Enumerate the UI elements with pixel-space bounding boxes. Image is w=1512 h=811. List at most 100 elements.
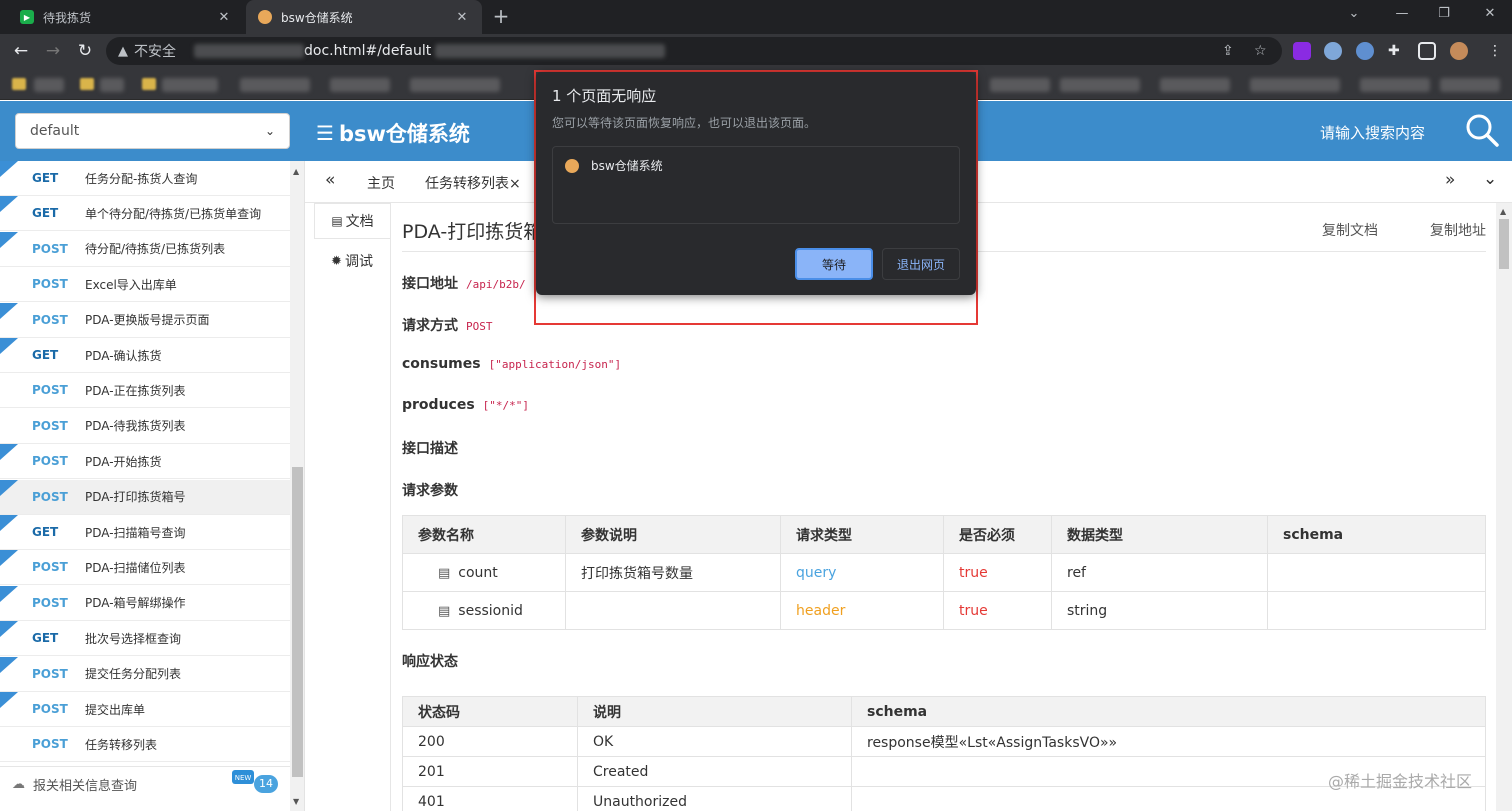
table-header: 是否必须 bbox=[943, 515, 1052, 554]
copy-address-button[interactable]: 复制地址 bbox=[1430, 220, 1486, 240]
reload-icon[interactable]: ↻ bbox=[74, 40, 96, 62]
wait-button[interactable]: 等待 bbox=[795, 248, 873, 280]
sidebar-api-item[interactable]: GET 单个待分配/待拣货/已拣货单查询 bbox=[0, 196, 290, 232]
sidebar-scrollbar[interactable]: ▲ ▼ bbox=[290, 161, 304, 811]
play-icon: ▶ bbox=[20, 10, 34, 24]
side-panel-icon[interactable] bbox=[1418, 42, 1436, 60]
param-in: header bbox=[780, 591, 944, 630]
sidebar-api-item[interactable]: POST 任务转移列表 bbox=[0, 727, 290, 763]
sidebar-api-item[interactable]: POST PDA-待我拣货列表 bbox=[0, 409, 290, 444]
sidebar-api-item[interactable]: POST 提交任务分配列表 bbox=[0, 656, 290, 692]
new-corner-icon bbox=[0, 550, 18, 567]
tab-current[interactable]: 任务转移列表× bbox=[425, 173, 521, 193]
copy-doc-button[interactable]: 复制文档 bbox=[1322, 220, 1378, 240]
tabs-scroll-right-icon[interactable]: » bbox=[1445, 170, 1455, 190]
bookmark-item[interactable] bbox=[330, 78, 390, 92]
table-header: 参数说明 bbox=[565, 515, 781, 554]
status-desc: Created bbox=[577, 756, 852, 787]
tab-doc[interactable]: ▤ 文档 bbox=[314, 203, 390, 239]
status-code: 200 bbox=[402, 726, 578, 757]
sidebar-api-item[interactable]: POST PDA-打印拣货箱号 bbox=[0, 479, 290, 515]
table-row: ▤ sessionid header true string bbox=[402, 591, 1486, 630]
sidebar-api-item[interactable]: POST PDA-正在拣货列表 bbox=[0, 373, 290, 409]
sidebar-api-item[interactable]: POST PDA-箱号解绑操作 bbox=[0, 585, 290, 621]
bookmark-star-icon[interactable]: ☆ bbox=[1254, 43, 1267, 59]
status-schema[interactable]: response模型«Lst«AssignTasksVO»» bbox=[851, 726, 1486, 757]
content-scrollbar[interactable]: ▲ bbox=[1496, 203, 1512, 811]
extensions-puzzle-icon[interactable]: ✚ bbox=[1388, 43, 1400, 59]
close-icon[interactable]: ✕ bbox=[454, 10, 470, 25]
scrollbar-thumb[interactable] bbox=[292, 467, 303, 777]
tab-debug[interactable]: ✹ 调试 bbox=[314, 243, 390, 279]
api-label: PDA-扫描箱号查询 bbox=[85, 525, 186, 540]
consumes-row: consumes ["application/json"] bbox=[402, 356, 621, 372]
browser-tab[interactable]: ▶ 待我拣货 ✕ bbox=[8, 0, 244, 34]
sidebar-api-item[interactable]: GET 批次号选择框查询 bbox=[0, 621, 290, 657]
sidebar-api-item[interactable]: POST PDA-更换版号提示页面 bbox=[0, 302, 290, 338]
bookmark-item[interactable] bbox=[162, 78, 218, 92]
group-select[interactable]: default ⌄ bbox=[15, 113, 290, 149]
new-corner-icon bbox=[0, 302, 18, 319]
scroll-up-icon[interactable]: ▲ bbox=[1500, 207, 1506, 216]
extension-circle-icon[interactable] bbox=[1324, 42, 1342, 60]
scrollbar-thumb[interactable] bbox=[1499, 219, 1509, 269]
table-header-row: 参数名称 参数说明 请求类型 是否必须 数据类型 schema bbox=[402, 515, 1486, 554]
new-corner-icon bbox=[0, 621, 18, 638]
bookmark-item[interactable] bbox=[34, 78, 64, 92]
search-input[interactable]: 请输入搜索内容 bbox=[1320, 122, 1425, 143]
tab-doc-label: 文档 bbox=[345, 214, 374, 230]
search-icon[interactable] bbox=[1464, 112, 1500, 148]
api-label: 批次号选择框查询 bbox=[85, 631, 182, 646]
produces-row: produces ["*/*"] bbox=[402, 397, 529, 413]
bookmark-item[interactable] bbox=[1060, 78, 1140, 92]
address-bar[interactable]: ▲ 不安全 doc.html#/default bbox=[106, 37, 1282, 65]
back-icon[interactable]: ← bbox=[10, 40, 32, 62]
http-method: POST bbox=[32, 418, 68, 433]
sidebar-api-item[interactable]: POST Excel导入出库单 bbox=[0, 267, 290, 303]
bookmark-item[interactable] bbox=[1360, 78, 1430, 92]
status-desc: Unauthorized bbox=[577, 786, 852, 811]
sidebar-api-item[interactable]: GET 任务分配-拣货人查询 bbox=[0, 161, 290, 196]
bookmark-item[interactable] bbox=[1250, 78, 1340, 92]
api-label: 提交出库单 bbox=[85, 702, 146, 717]
exit-page-button[interactable]: 退出网页 bbox=[882, 248, 960, 280]
tabs-scroll-left-icon[interactable]: « bbox=[325, 170, 335, 190]
sidebar-api-item[interactable]: GET PDA-确认拣货 bbox=[0, 338, 290, 373]
more-menu-icon[interactable]: ⋮ bbox=[1488, 43, 1502, 59]
new-corner-icon bbox=[0, 515, 18, 531]
sidebar-api-item[interactable]: POST 待分配/待拣货/已拣货列表 bbox=[0, 231, 290, 267]
bookmark-item[interactable] bbox=[410, 78, 500, 92]
bookmark-item[interactable] bbox=[1440, 78, 1500, 92]
restore-icon[interactable]: ❐ bbox=[1424, 6, 1464, 21]
bookmark-item[interactable] bbox=[1160, 78, 1230, 92]
avatar[interactable] bbox=[1450, 42, 1468, 60]
sidebar-api-item[interactable]: POST 提交出库单 bbox=[0, 692, 290, 727]
share-icon[interactable]: ⇪ bbox=[1222, 43, 1234, 59]
param-name-cell: ▤ sessionid bbox=[402, 591, 566, 630]
tab-search-chevron-icon[interactable]: ⌄ bbox=[1334, 6, 1374, 21]
bookmark-item[interactable] bbox=[240, 78, 310, 92]
extension-rp-icon[interactable] bbox=[1293, 42, 1311, 60]
footer-label: 报关相关信息查询 bbox=[33, 778, 138, 794]
sidebar-footer-item[interactable]: ☁ 报关相关信息查询 NEW 14 bbox=[0, 766, 290, 801]
forward-icon[interactable]: → bbox=[42, 40, 64, 62]
scroll-up-icon[interactable]: ▲ bbox=[293, 167, 299, 176]
tab-home[interactable]: 主页 bbox=[367, 173, 395, 193]
close-window-icon[interactable]: ✕ bbox=[1470, 6, 1510, 21]
page-name: bsw仓储系统 bbox=[591, 159, 663, 173]
minimize-icon[interactable]: — bbox=[1382, 6, 1422, 21]
close-icon[interactable]: ✕ bbox=[216, 10, 232, 25]
bookmark-item[interactable] bbox=[100, 78, 124, 92]
browser-tab-active[interactable]: bsw仓储系统 ✕ bbox=[246, 0, 482, 34]
chevron-down-icon: ⌄ bbox=[264, 124, 275, 138]
new-tab-button[interactable]: + bbox=[490, 5, 512, 27]
sidebar-api-item[interactable]: POST PDA-开始拣货 bbox=[0, 444, 290, 480]
bookmark-item[interactable] bbox=[990, 78, 1050, 92]
tabs-menu-chevron-icon[interactable]: ⌄ bbox=[1483, 169, 1497, 189]
sidebar-api-item[interactable]: GET PDA-扫描箱号查询 bbox=[0, 515, 290, 550]
extension-glasses-icon[interactable] bbox=[1356, 42, 1374, 60]
folder-icon bbox=[80, 78, 94, 90]
menu-toggle-icon[interactable]: ☰ bbox=[316, 121, 334, 145]
scroll-down-icon[interactable]: ▼ bbox=[293, 797, 299, 806]
sidebar-api-item[interactable]: POST PDA-扫描储位列表 bbox=[0, 550, 290, 586]
